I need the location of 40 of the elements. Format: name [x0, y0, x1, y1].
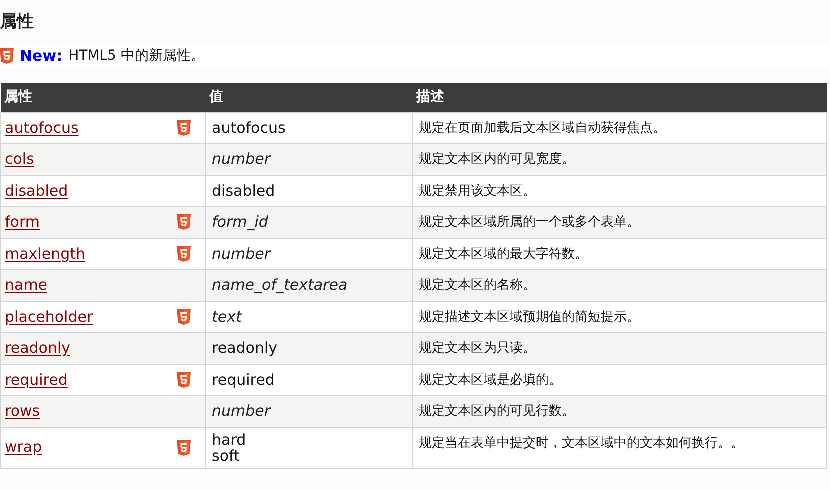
value-text: number — [212, 403, 272, 420]
value-text: text — [212, 308, 244, 325]
note-text: HTML5 中的新属性。 — [68, 46, 205, 66]
value-text: name_of_textarea — [212, 277, 349, 294]
html5-icon — [177, 308, 191, 325]
description-text: 规定文本区域是必填的。 — [419, 372, 562, 388]
description-text: 规定文本区内的可见宽度。 — [419, 152, 575, 167]
description-text: 规定文本区为只读。 — [419, 341, 536, 356]
description-text: 规定禁用该文本区。 — [419, 184, 536, 198]
html5-icon — [177, 440, 191, 456]
value-text: form_id — [212, 214, 270, 230]
value-text: soft — [212, 448, 241, 464]
column-header: 描述 — [412, 83, 826, 112]
description-text: 规定文本区内的可见行数。 — [419, 404, 575, 419]
value-text: readonly — [212, 340, 279, 356]
html5-icon — [177, 214, 191, 230]
description-text: 规定当在表单中提交时，文本区域中的文本如何换行。。 — [419, 436, 744, 450]
value-text: number — [212, 246, 272, 262]
value-text: autofocus — [212, 120, 287, 136]
new-label: New: — [20, 46, 63, 67]
value-text: required — [212, 372, 276, 388]
description-text: 规定在页面加载后文本区域自动获得焦点。 — [419, 120, 666, 136]
description-text: 规定文本区域所属的一个或多个表单。 — [419, 215, 640, 230]
section-heading: 属性 — [0, 14, 34, 30]
attribute-link[interactable]: name — [5, 274, 48, 296]
value-text: hard — [212, 432, 248, 448]
attribute-link[interactable]: cols — [5, 148, 34, 170]
description-text: 规定文本区域的最大字符数。 — [419, 246, 588, 262]
value-text: number — [212, 151, 272, 168]
html5-icon — [177, 120, 191, 136]
attribute-link[interactable]: wrap — [5, 436, 42, 459]
attribute-link[interactable]: form — [5, 211, 40, 234]
html5-icon — [177, 372, 191, 388]
value-text: disabled — [212, 182, 276, 199]
column-header: 属性 — [0, 83, 206, 112]
description-text: 规定描述文本区域预期值的简短提示。 — [419, 310, 640, 324]
attribute-link[interactable]: rows — [5, 400, 40, 422]
column-header: 值 — [206, 83, 412, 112]
description-text: 规定文本区的名称。 — [419, 278, 536, 293]
html5-icon — [177, 246, 191, 262]
